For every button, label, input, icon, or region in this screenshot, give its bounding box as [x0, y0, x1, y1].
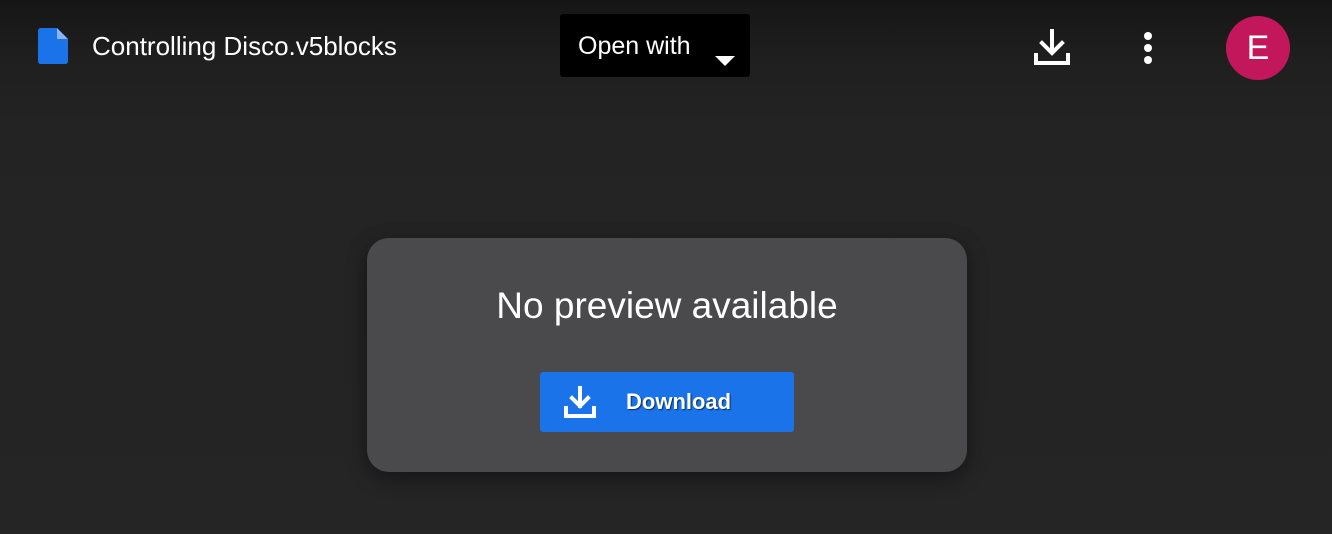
no-preview-message: No preview available — [496, 285, 838, 326]
avatar[interactable]: E — [1226, 16, 1290, 80]
chevron-down-icon — [715, 56, 735, 66]
download-button[interactable]: Download — [540, 372, 794, 432]
file-title: Controlling Disco.v5blocks — [92, 31, 397, 61]
more-vertical-icon[interactable] — [1134, 28, 1162, 68]
open-with-label: Open with — [578, 32, 691, 60]
download-icon[interactable] — [1030, 28, 1074, 68]
download-button-label: Download — [626, 389, 732, 414]
file-viewer: Controlling Disco.v5blocks Open with E N… — [0, 0, 1332, 534]
download-icon — [564, 386, 596, 418]
open-with-button[interactable]: Open with — [560, 14, 750, 77]
top-bar: Controlling Disco.v5blocks Open with E — [0, 0, 1332, 92]
file-document-icon — [38, 28, 68, 64]
no-preview-card: No preview available Download — [367, 238, 967, 472]
